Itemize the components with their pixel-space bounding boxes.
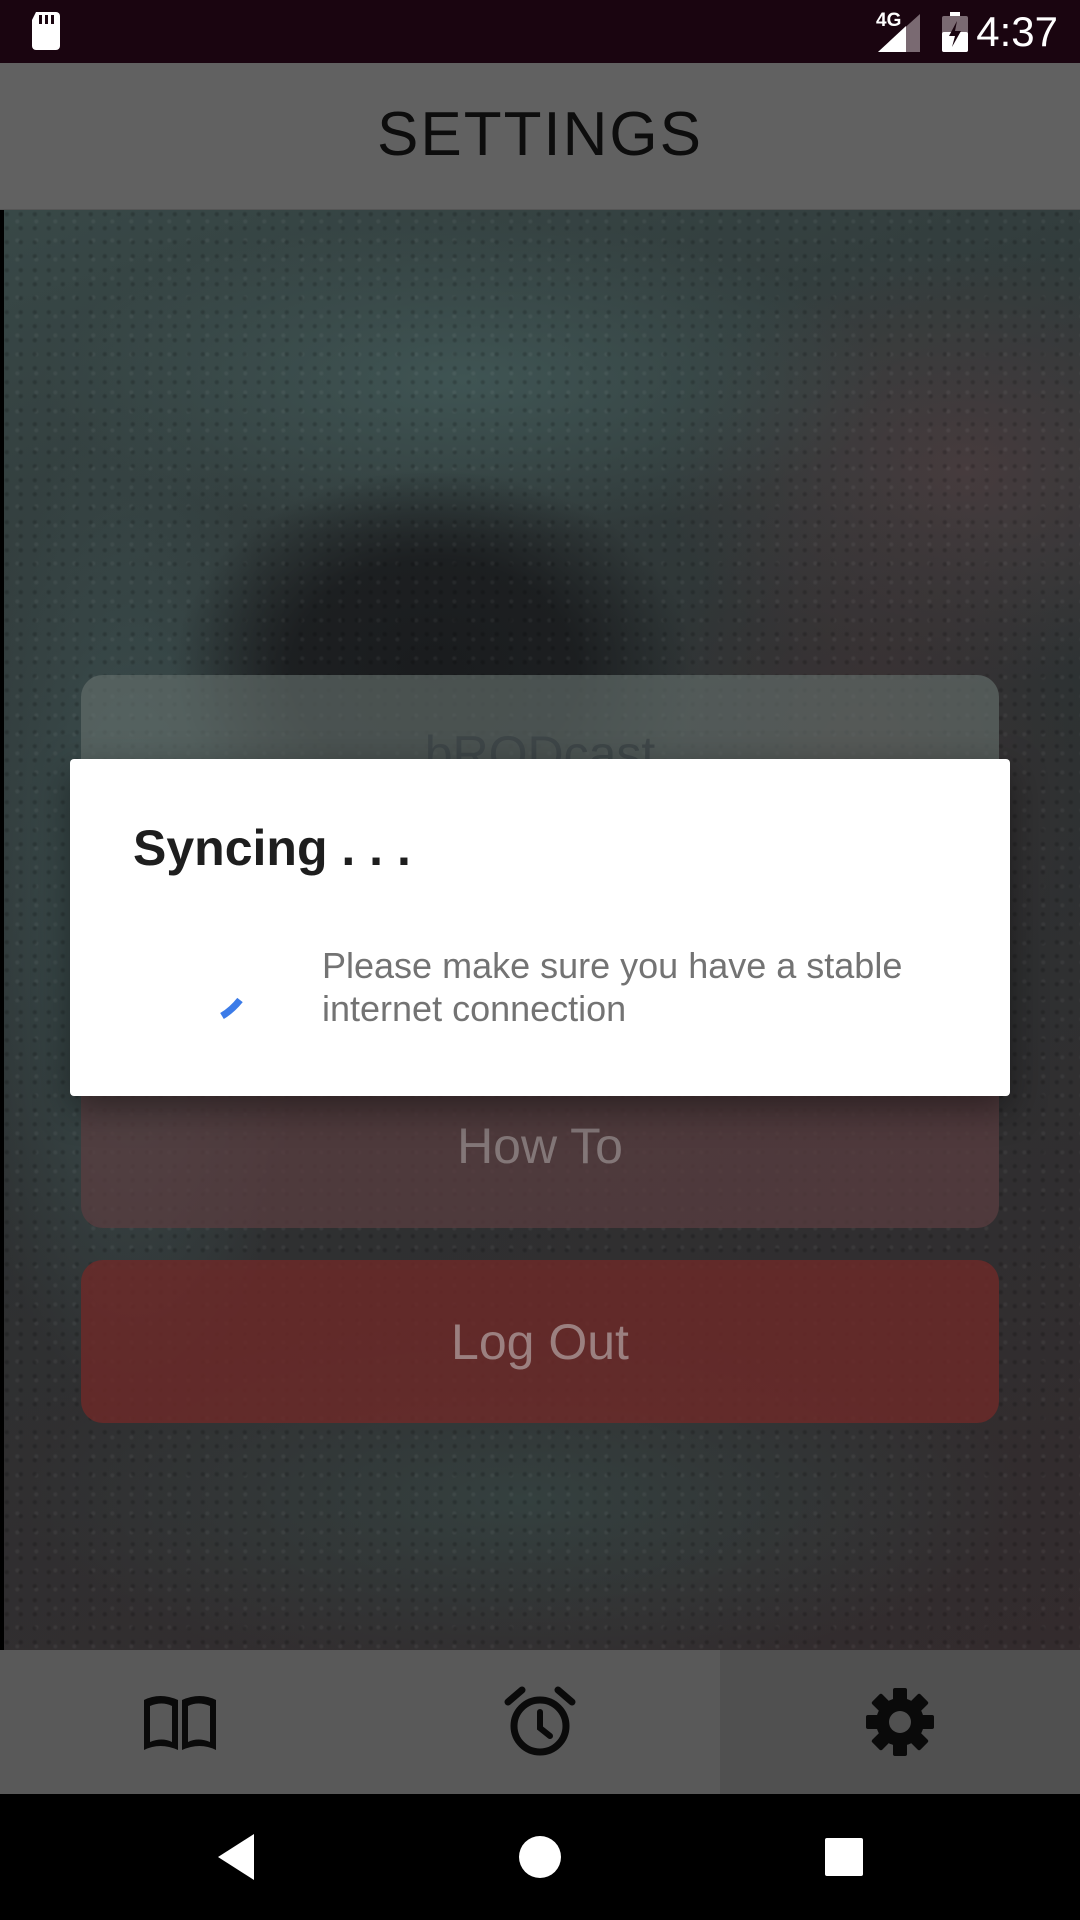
back-icon [218, 1834, 254, 1880]
signal-icon [878, 14, 920, 52]
sd-card-icon [32, 12, 60, 50]
recents-icon [825, 1838, 863, 1876]
status-clock: 4:37 [976, 8, 1058, 55]
battery-charging-icon [942, 12, 968, 52]
dialog-message: Please make sure you have a stable inter… [322, 945, 903, 1029]
status-bar: 4G 4:37 [0, 0, 1080, 63]
syncing-dialog: Syncing . . . Please make sure you have … [70, 759, 1010, 1096]
dialog-title: Syncing . . . [133, 820, 411, 876]
home-button[interactable] [440, 1794, 640, 1920]
progress-spinner-icon [220, 997, 243, 1020]
system-navigation-bar [0, 1794, 1080, 1920]
recents-button[interactable] [744, 1794, 944, 1920]
back-button[interactable] [136, 1794, 336, 1920]
home-icon [519, 1836, 561, 1878]
